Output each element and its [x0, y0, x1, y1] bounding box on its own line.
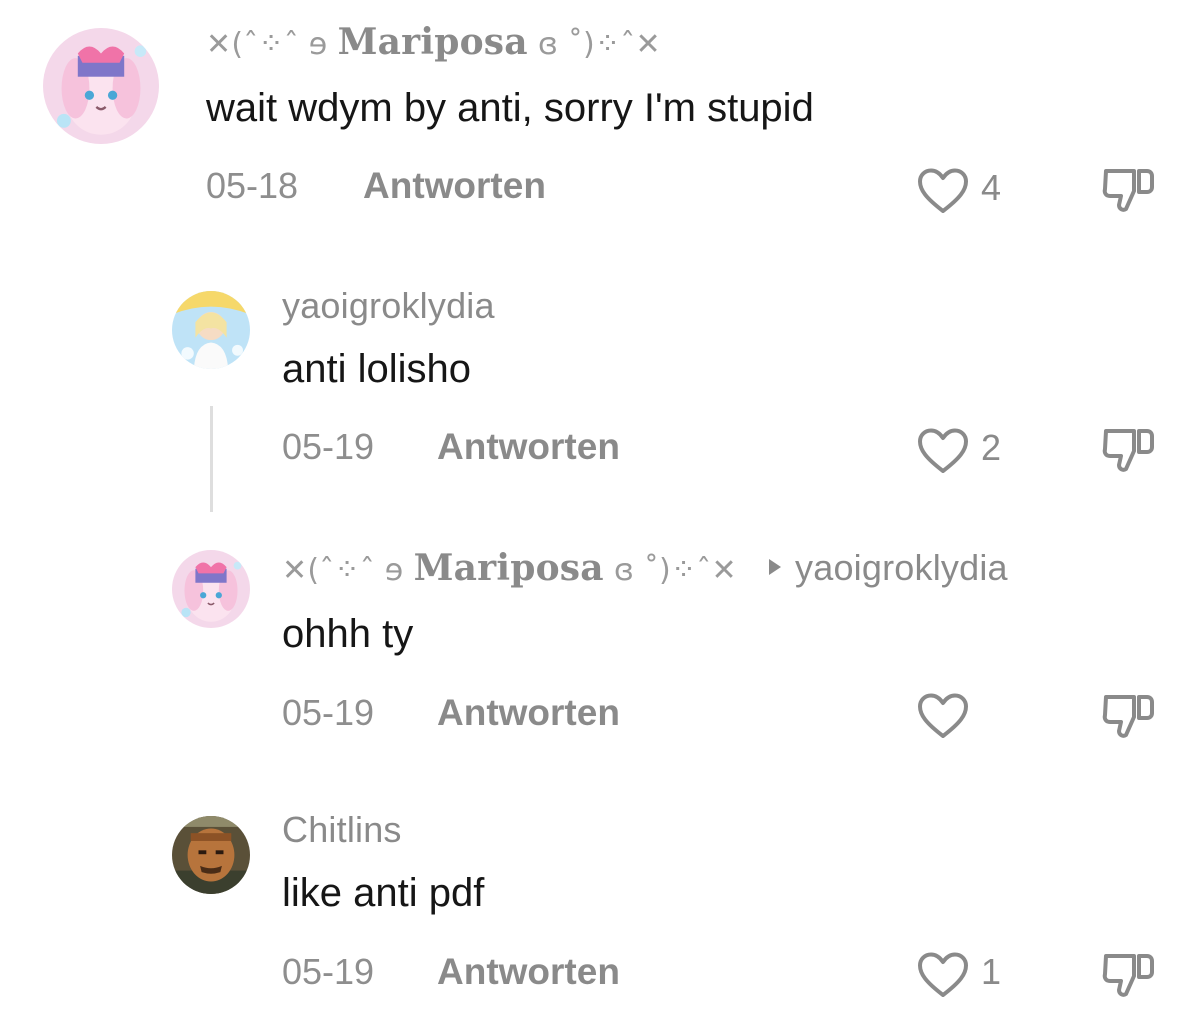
- heart-outline-icon: [918, 693, 968, 738]
- username-decoration-suffix: ɞ ˚)⁘ˆ✕: [537, 27, 661, 62]
- thumbs-down-outline-icon: [1102, 169, 1154, 212]
- avatar[interactable]: [172, 291, 250, 369]
- username-decoration-suffix: ɞ ˚)⁘ˆ✕: [613, 553, 737, 588]
- thread-line: [210, 406, 213, 512]
- like-button[interactable]: [916, 951, 970, 999]
- reply-button[interactable]: Antworten: [437, 425, 620, 469]
- like-count: 1: [981, 951, 1002, 992]
- username-text: Mariposa: [337, 21, 528, 63]
- comment-text: like anti pdf: [282, 871, 485, 915]
- reply-button[interactable]: Antworten: [437, 691, 620, 735]
- reply-to-arrow-icon: [769, 559, 782, 576]
- thumbs-down-outline-icon: [1102, 695, 1154, 738]
- comment-date: 05-19: [282, 426, 375, 467]
- comment-text: anti lolisho: [282, 347, 472, 391]
- heart-outline-icon: [918, 952, 968, 997]
- comment-text: wait wdym by anti, sorry I'm stupid: [206, 86, 814, 130]
- like-button[interactable]: [916, 692, 970, 740]
- comment-text: ohhh ty: [282, 612, 414, 656]
- heart-outline-icon: [918, 428, 968, 473]
- reply-button[interactable]: Antworten: [437, 950, 620, 994]
- heart-outline-icon: [918, 168, 968, 213]
- username-decoration-prefix: ✕(ˆ⁘ˆ ɘ: [282, 553, 404, 588]
- like-count: 2: [981, 427, 1002, 468]
- comment-username[interactable]: Chitlins: [282, 808, 402, 852]
- username-text: Mariposa: [413, 547, 604, 589]
- dislike-button[interactable]: [1101, 425, 1155, 475]
- username-decoration-prefix: ✕(ˆ⁘ˆ ɘ: [206, 27, 328, 62]
- dislike-button[interactable]: [1101, 165, 1155, 215]
- comment-username[interactable]: ✕(ˆ⁘ˆ ɘ Mariposa ɞ ˚)⁘ˆ✕: [206, 20, 661, 67]
- like-button[interactable]: [916, 427, 970, 475]
- reply-to-username[interactable]: yaoigroklydia: [795, 547, 1008, 588]
- comment-date: 05-19: [282, 951, 375, 992]
- avatar[interactable]: [172, 550, 250, 628]
- comment-date: 05-18: [206, 165, 299, 206]
- like-button[interactable]: [916, 167, 970, 215]
- thumbs-down-outline-icon: [1102, 429, 1154, 472]
- thumbs-down-outline-icon: [1102, 954, 1154, 997]
- avatar[interactable]: [43, 28, 159, 144]
- dislike-button[interactable]: [1101, 950, 1155, 1000]
- avatar[interactable]: [172, 816, 250, 894]
- comment-date: 05-19: [282, 692, 375, 733]
- comment-username[interactable]: yaoigroklydia: [282, 284, 495, 328]
- like-count: 4: [981, 167, 1002, 208]
- dislike-button[interactable]: [1101, 691, 1155, 741]
- reply-button[interactable]: Antworten: [363, 164, 546, 208]
- comment-username[interactable]: ✕(ˆ⁘ˆ ɘ Mariposa ɞ ˚)⁘ˆ✕ yaoigroklydia: [282, 546, 1008, 593]
